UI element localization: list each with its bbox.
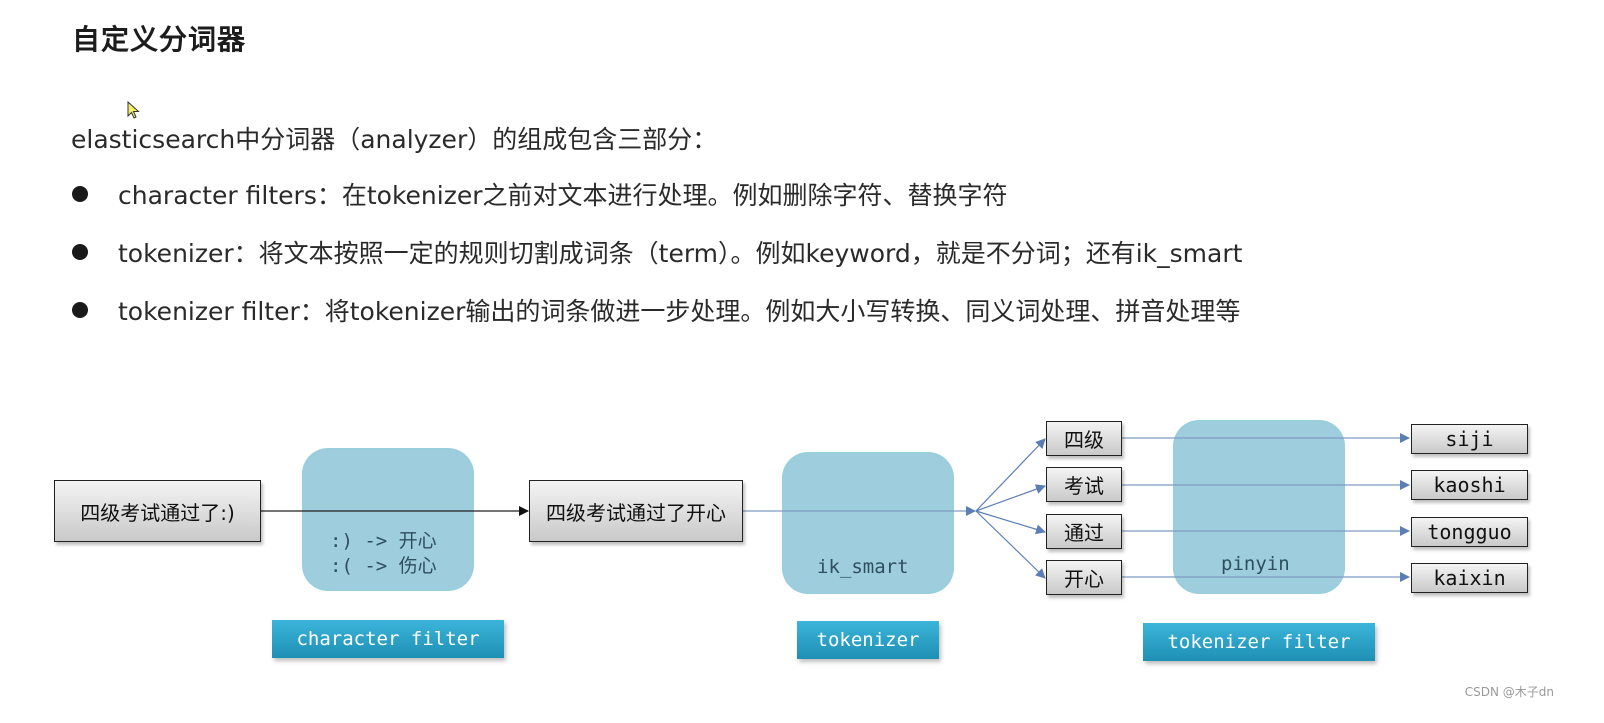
connector-lines <box>261 433 1410 582</box>
tokenizer-label: tokenizer <box>797 621 939 659</box>
input-text-box: 四级考试通过了:) <box>54 480 261 542</box>
analyzer-diagram: :) -> 开心 :( -> 伤心 ik_smart pinyin 四级考试通过… <box>0 0 1604 723</box>
output-box: tongguo <box>1411 517 1528 547</box>
token-filter-name: pinyin <box>1221 553 1290 575</box>
filtered-text-box: 四级考试通过了开心 <box>529 480 743 542</box>
output-box: kaixin <box>1411 563 1528 593</box>
output-box: kaoshi <box>1411 470 1528 500</box>
token-box: 通过 <box>1046 514 1122 549</box>
tokenizer-name: ik_smart <box>817 556 909 578</box>
char-filter-rule: :) -> 开心 <box>330 530 437 552</box>
arrow-to-token-2 <box>975 484 1046 512</box>
output-box: siji <box>1411 424 1528 454</box>
arrow-to-token-1 <box>975 438 1046 512</box>
character-filter-label: character filter <box>272 620 504 658</box>
char-filter-rule: :( -> 伤心 <box>330 555 437 577</box>
tokenizer-filter-label: tokenizer filter <box>1143 623 1375 661</box>
token-box: 考试 <box>1046 467 1122 502</box>
token-box: 开心 <box>1046 560 1122 595</box>
token-box: 四级 <box>1046 421 1122 456</box>
watermark: CSDN @木子dn <box>1464 685 1554 699</box>
